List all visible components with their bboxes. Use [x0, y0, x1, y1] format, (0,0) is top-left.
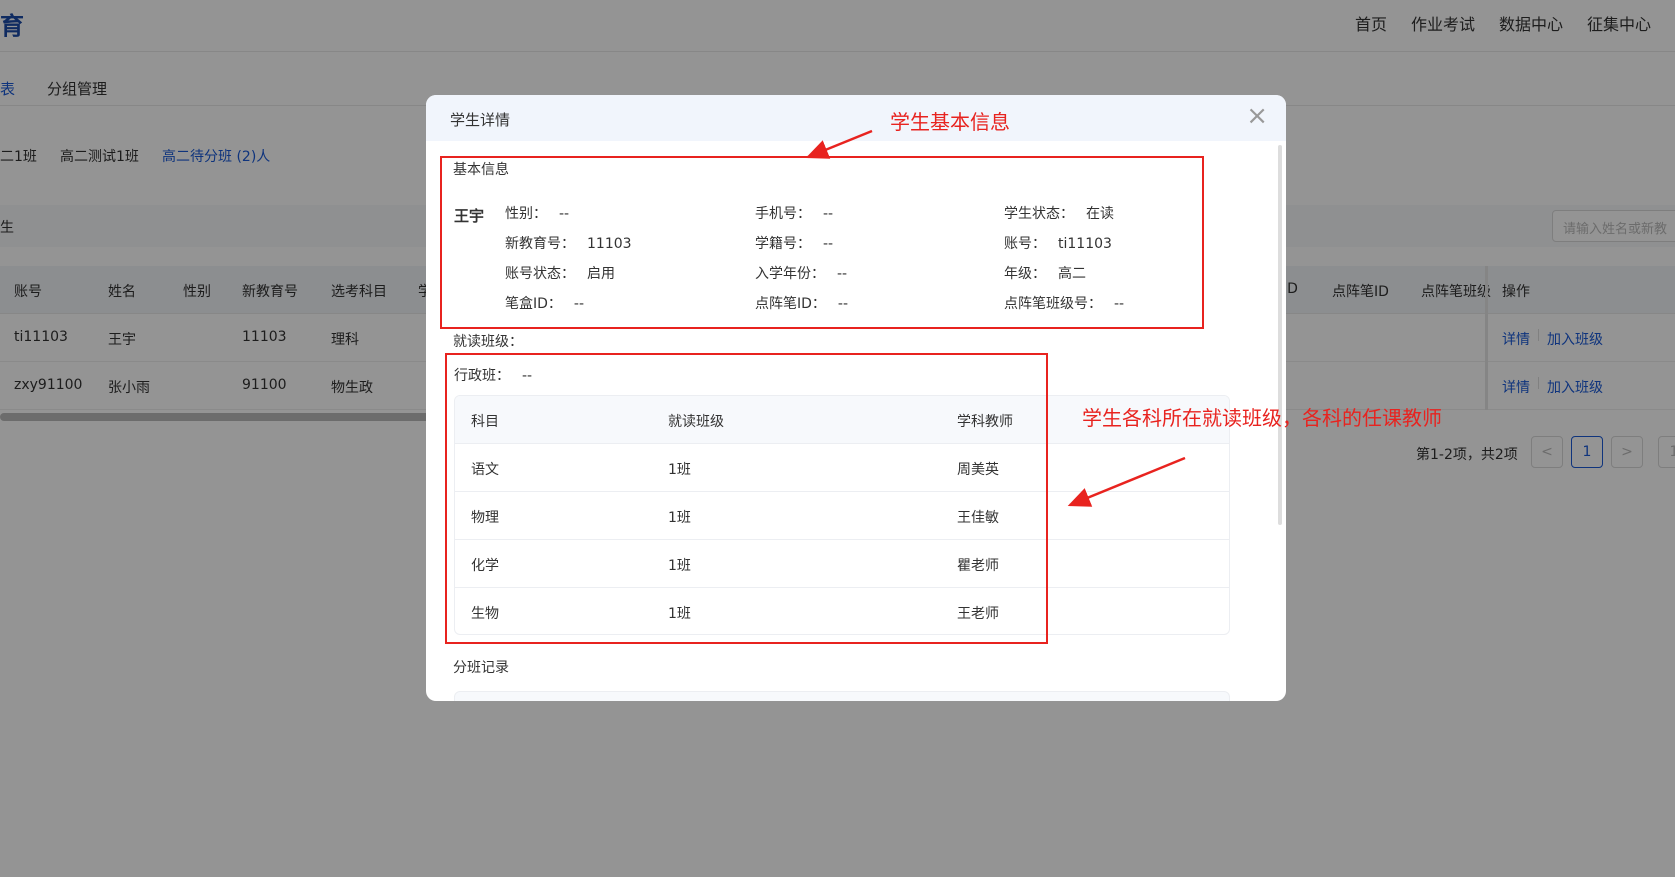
arrow-to-class-info	[1067, 456, 1186, 507]
annotation-arrows	[805, 129, 1186, 507]
arrow-to-basic-info	[805, 129, 873, 159]
